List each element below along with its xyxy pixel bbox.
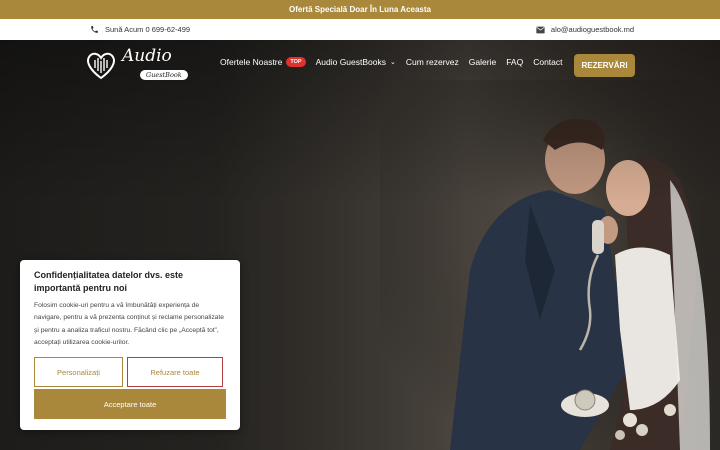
top-badge: TOP [286, 57, 306, 67]
accept-all-button[interactable]: Acceptare toate [34, 389, 226, 419]
contact-bar: Sună Acum 0 699-62-499 alo@audioguestboo… [0, 19, 720, 40]
nav-item-contact[interactable]: Contact [533, 57, 562, 67]
logo-subtitle: GuestBook [140, 70, 188, 80]
nav-item-faq[interactable]: FAQ [506, 57, 523, 67]
chevron-down-icon: ⌄ [390, 59, 396, 66]
main-nav: Ofertele Noastre TOP Audio GuestBooks ⌄ … [220, 57, 563, 67]
nav-item-label: Cum rezervez [405, 57, 459, 67]
nav-item-label: Audio GuestBooks [315, 57, 386, 67]
nav-item-guestbooks[interactable]: Audio GuestBooks ⌄ [316, 57, 396, 67]
logo-wordmark: Audio [122, 46, 172, 66]
audio-guestbook-logo-icon [87, 52, 115, 80]
phone-text: Sună Acum 0 699-62-499 [105, 25, 191, 34]
nav-item-label: Contact [533, 57, 563, 67]
nav-item-offers[interactable]: Ofertele Noastre TOP [220, 57, 306, 67]
refuse-all-button[interactable]: Refuzare toate [127, 357, 223, 387]
cookie-consent-dialog: Confidențialitatea datelor dvs. este imp… [20, 260, 240, 430]
promo-text: Ofertă Specială Doar În Luna Aceasta [289, 5, 431, 14]
nav-item-label: Ofertele Noastre [220, 57, 283, 67]
nav-item-how-to-book[interactable]: Cum rezervez [406, 57, 459, 67]
nav-item-gallery[interactable]: Galerie [469, 57, 496, 67]
reserve-button[interactable]: REZERVĂRI [574, 54, 635, 77]
customize-button[interactable]: Personalizați [34, 357, 123, 387]
phone-link[interactable]: Sună Acum 0 699-62-499 [90, 19, 190, 40]
nav-item-label: FAQ [506, 57, 524, 67]
email-link[interactable]: alo@audioguestbook.md [536, 19, 634, 40]
logo[interactable]: Audio GuestBook [84, 48, 188, 82]
email-text: alo@audioguestbook.md [550, 25, 634, 34]
cookie-title: Confidențialitatea datelor dvs. este imp… [34, 270, 184, 293]
mail-icon [536, 26, 545, 33]
phone-icon [91, 26, 98, 33]
cookie-body: Folosim cookie-uri pentru a vă îmbunătăț… [34, 302, 224, 346]
promo-bar: Ofertă Specială Doar În Luna Aceasta [0, 0, 720, 19]
nav-item-label: Galerie [468, 57, 497, 67]
